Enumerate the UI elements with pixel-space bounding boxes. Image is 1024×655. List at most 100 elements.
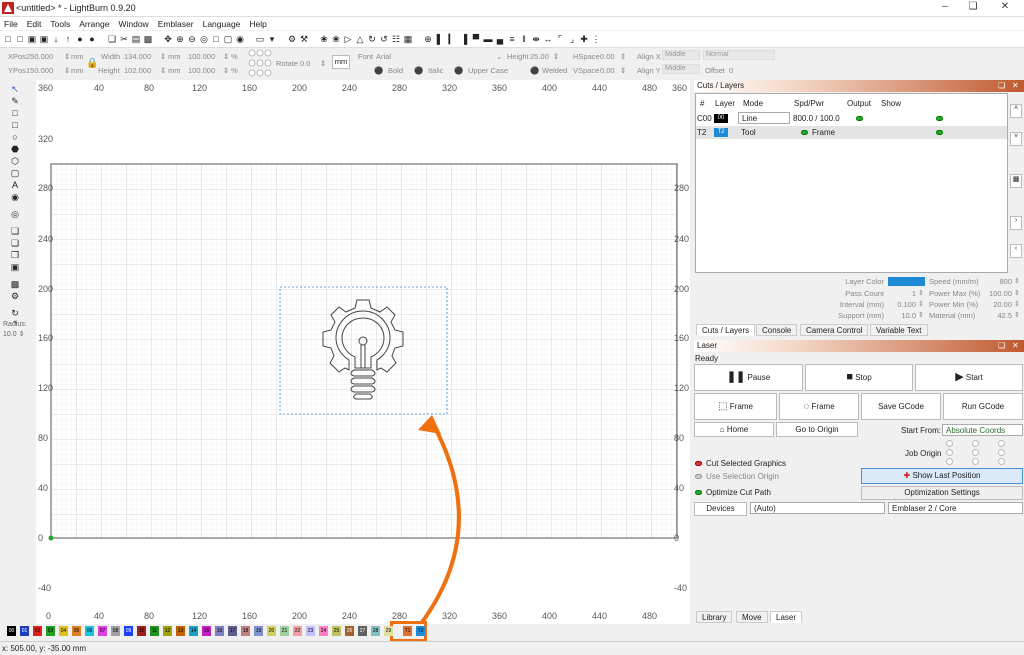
power-min-value[interactable]: 20.00: [985, 300, 1012, 309]
palette-swatch[interactable]: 17: [228, 626, 237, 636]
rotate-tool-icon[interactable]: ↻: [8, 308, 22, 319]
mirror-h-icon[interactable]: ▷: [343, 34, 353, 44]
palette-swatch[interactable]: 26: [345, 626, 354, 636]
job-origin-radio[interactable]: [998, 440, 1005, 447]
italic-toggle-icon[interactable]: ⚫: [414, 66, 423, 75]
new-file-icon[interactable]: □: [3, 34, 13, 44]
device-select[interactable]: Emblaser 2 / Core: [888, 502, 1023, 514]
show-toggle-icon[interactable]: [936, 126, 943, 139]
dist-h-icon[interactable]: ≡: [507, 34, 517, 44]
close-panel-icon[interactable]: ✕: [1012, 80, 1019, 92]
ungroup-icon[interactable]: ❀: [331, 34, 341, 44]
palette-swatch[interactable]: 14: [189, 626, 198, 636]
palette-swatch[interactable]: 01: [20, 626, 29, 636]
corner2-icon[interactable]: ⌟: [567, 34, 577, 44]
tools-icon[interactable]: ⚒: [299, 34, 309, 44]
paste-icon[interactable]: ▤: [131, 34, 141, 44]
device-icon[interactable]: ▾: [267, 34, 277, 44]
xpos-value[interactable]: 250.000: [26, 52, 53, 61]
zoom-fit-icon[interactable]: ◎: [199, 34, 209, 44]
camera-icon[interactable]: ◉: [235, 34, 245, 44]
alignx-select[interactable]: Middle: [662, 50, 700, 60]
align-bottom-icon[interactable]: ▄: [495, 34, 505, 44]
radius-spinner-icon[interactable]: ⇕: [19, 331, 25, 338]
layer-swatch[interactable]: T2: [714, 128, 728, 137]
tab-laser[interactable]: Laser: [770, 611, 803, 623]
import-icon[interactable]: ↓: [51, 34, 61, 44]
palette-swatch[interactable]: 09: [124, 626, 133, 636]
palette-swatch[interactable]: 11: [150, 626, 159, 636]
frame-tool-icon[interactable]: ▢: [8, 168, 22, 179]
palette-swatch[interactable]: 22: [293, 626, 302, 636]
palette-swatch[interactable]: 21: [280, 626, 289, 636]
font-height-value[interactable]: 25.00: [530, 52, 549, 61]
width-value[interactable]: 134.000: [124, 52, 151, 61]
corner-icon[interactable]: ⌜: [555, 34, 565, 44]
height-value[interactable]: 102.000: [124, 66, 151, 75]
bold-toggle-icon[interactable]: ⚫: [374, 66, 383, 75]
edit-nodes-icon[interactable]: ✎: [8, 96, 22, 107]
monitor-icon[interactable]: ▭: [255, 34, 265, 44]
start-button[interactable]: ▶ Start: [915, 364, 1023, 391]
palette-swatch[interactable]: 24: [319, 626, 328, 636]
close-laser-panel-icon[interactable]: ✕: [1012, 340, 1019, 352]
run-gcode-button[interactable]: Run GCode: [943, 393, 1023, 420]
anchor-grid-icon[interactable]: [248, 49, 272, 77]
space-icon[interactable]: ↔: [543, 34, 553, 44]
redo-icon[interactable]: ●: [87, 34, 97, 44]
speed-value[interactable]: 800: [990, 277, 1012, 286]
material-spinner-icon[interactable]: ⇕: [1014, 311, 1020, 319]
job-origin-radio[interactable]: [946, 449, 953, 456]
job-origin-radio[interactable]: [998, 458, 1005, 465]
width-spinner-icon[interactable]: ⇕: [160, 52, 166, 61]
zoom-page-icon[interactable]: ▢: [223, 34, 233, 44]
hspace-value[interactable]: 0.00: [600, 52, 615, 61]
palette-swatch[interactable]: 20: [267, 626, 276, 636]
crosshair-icon[interactable]: ✚: [579, 34, 589, 44]
font-height-spinner-icon[interactable]: ⇕: [553, 52, 559, 61]
minimize-icon[interactable]: –: [930, 1, 960, 16]
line-tool-icon[interactable]: □: [8, 108, 22, 119]
offset-tool-icon[interactable]: ◎: [8, 209, 22, 220]
palette-swatch[interactable]: 00: [7, 626, 16, 636]
port-select[interactable]: (Auto): [750, 502, 885, 514]
palette-swatch[interactable]: 25: [332, 626, 341, 636]
palette-swatch[interactable]: 27: [358, 626, 367, 636]
job-origin-radio[interactable]: [972, 440, 979, 447]
job-origin-radio[interactable]: [946, 458, 953, 465]
job-origin-radio[interactable]: [972, 449, 979, 456]
palette-swatch[interactable]: 28: [371, 626, 380, 636]
menu-tools[interactable]: Tools: [50, 19, 70, 29]
vspace-spinner-icon[interactable]: ⇕: [620, 66, 626, 75]
palette-swatch[interactable]: 29: [384, 626, 393, 636]
font-dropdown-icon[interactable]: ⌄: [496, 52, 502, 61]
xpos-spinner-icon[interactable]: ⇕: [64, 52, 70, 61]
circular-array-icon[interactable]: ⚙: [8, 291, 22, 302]
frame-button[interactable]: ⬚ Frame: [694, 393, 777, 420]
pmin-spinner-icon[interactable]: ⇕: [1014, 300, 1020, 308]
palette-swatch[interactable]: 03: [46, 626, 55, 636]
radius-value[interactable]: 10.0: [3, 331, 17, 338]
ellipse-tool-icon[interactable]: ○: [8, 132, 22, 143]
weld-tool-icon[interactable]: ❏: [8, 226, 22, 237]
align-top-icon[interactable]: ▀: [471, 34, 481, 44]
open-file-icon[interactable]: □: [15, 34, 25, 44]
lock-icon[interactable]: 🔒: [86, 58, 98, 69]
support-spinner-icon[interactable]: ⇕: [918, 311, 924, 319]
palette-swatch[interactable]: 13: [176, 626, 185, 636]
align-left-icon[interactable]: ▌: [435, 34, 445, 44]
show-last-position-button[interactable]: ✚ Show Last Position: [861, 468, 1023, 484]
menu-window[interactable]: Window: [118, 19, 148, 29]
menu-arrange[interactable]: Arrange: [79, 19, 109, 29]
zoom-selection-icon[interactable]: □: [211, 34, 221, 44]
optimize-cut-toggle-icon[interactable]: [695, 488, 702, 497]
ypos-value[interactable]: 150.000: [26, 66, 53, 75]
units-button[interactable]: mm: [332, 55, 350, 69]
float-laser-panel-icon[interactable]: ❏: [998, 340, 1005, 352]
output-toggle-icon[interactable]: [856, 112, 863, 125]
align-center-icon[interactable]: ▎: [447, 34, 457, 44]
tab-console[interactable]: Console: [756, 324, 798, 336]
zoom-in-icon[interactable]: ⊕: [175, 34, 185, 44]
height-pct-spinner-icon[interactable]: ⇕: [223, 66, 229, 75]
delete-icon[interactable]: ▩: [143, 34, 153, 44]
